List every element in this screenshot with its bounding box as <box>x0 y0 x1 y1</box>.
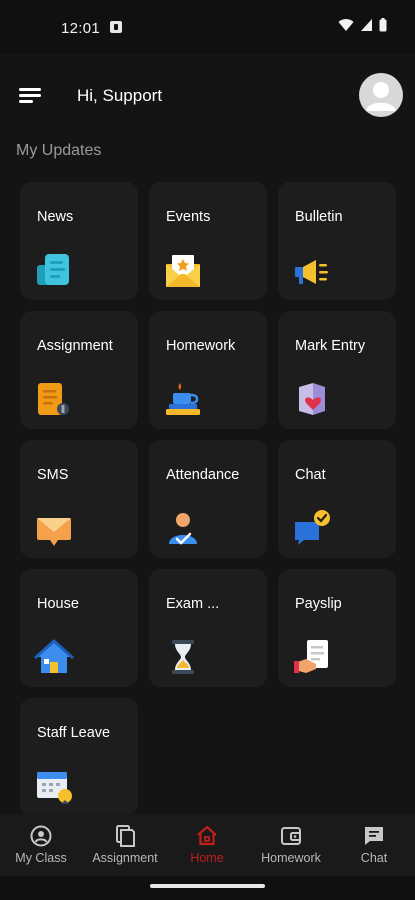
card-label: Events <box>166 209 211 225</box>
card-house[interactable]: House <box>20 569 138 687</box>
attendance-icon <box>169 513 197 545</box>
card-bulletin[interactable]: Bulletin <box>278 182 396 300</box>
card-label: Chat <box>295 467 326 483</box>
nav-home[interactable]: Home <box>182 814 232 876</box>
card-news[interactable]: News <box>20 182 138 300</box>
nav-label: Homework <box>261 851 321 865</box>
card-label: Homework <box>166 338 236 354</box>
my-class-icon <box>30 825 52 847</box>
chat-icon <box>295 510 330 545</box>
gesture-area <box>0 876 415 900</box>
nav-label: Home <box>190 851 224 865</box>
mark-entry-icon <box>299 383 325 415</box>
section-title: My Updates <box>16 142 102 159</box>
card-homework[interactable]: Homework <box>149 311 267 429</box>
nav-assignment[interactable]: Assignment <box>89 814 161 876</box>
bulletin-icon <box>295 260 328 284</box>
news-icon <box>37 254 69 285</box>
notification-icon <box>110 21 122 33</box>
card-label: Attendance <box>166 467 240 483</box>
homework-icon <box>166 383 200 415</box>
house-icon <box>34 639 74 673</box>
card-exam[interactable]: Exam ... <box>149 569 267 687</box>
wifi-icon <box>338 19 354 31</box>
card-label: News <box>37 209 74 225</box>
nav-homework[interactable]: Homework <box>257 814 325 876</box>
events-icon <box>166 255 200 287</box>
greeting-text: Hi, Support <box>77 86 163 105</box>
chat-nav-icon <box>365 827 383 845</box>
sms-icon <box>37 518 71 546</box>
assignment-nav-icon <box>116 825 135 847</box>
card-label: Assignment <box>37 338 113 354</box>
status-time: 12:01 <box>61 20 101 37</box>
gesture-bar[interactable] <box>150 884 265 888</box>
card-assignment[interactable]: Assignment <box>20 311 138 429</box>
nav-my-class[interactable]: My Class <box>13 814 69 876</box>
staff-leave-icon <box>37 772 72 804</box>
card-label: House <box>37 596 79 612</box>
card-label: Staff Leave <box>37 725 111 741</box>
signal-icon <box>361 19 372 31</box>
exam-icon <box>172 640 194 674</box>
card-label: Exam ... <box>166 596 220 612</box>
nav-label: My Class <box>15 851 67 865</box>
nav-label: Chat <box>360 851 388 865</box>
app-header: Hi, Support <box>0 54 415 138</box>
homework-nav-icon <box>281 827 301 845</box>
status-icons <box>338 18 387 32</box>
home-icon <box>197 825 217 846</box>
card-payslip[interactable]: Payslip <box>278 569 396 687</box>
card-label: Payslip <box>295 596 342 612</box>
card-staff-leave[interactable]: Staff Leave <box>20 698 138 816</box>
nav-label: Assignment <box>92 851 158 865</box>
card-label: Bulletin <box>295 209 343 225</box>
card-mark-entry[interactable]: Mark Entry <box>278 311 396 429</box>
card-events[interactable]: Events <box>149 182 267 300</box>
nav-chat[interactable]: Chat <box>352 814 396 876</box>
card-sms[interactable]: SMS <box>20 440 138 558</box>
payslip-icon <box>294 640 328 673</box>
avatar[interactable] <box>359 73 403 117</box>
user-avatar-icon <box>366 82 396 111</box>
menu-icon[interactable] <box>19 88 41 104</box>
card-chat[interactable]: Chat <box>278 440 396 558</box>
status-bar: 12:01 <box>0 0 415 54</box>
card-attendance[interactable]: Attendance <box>149 440 267 558</box>
battery-icon <box>379 18 387 32</box>
card-label: Mark Entry <box>295 338 366 354</box>
bottom-nav: My Class Assignment Home Homework Chat <box>0 814 415 876</box>
assignment-icon <box>38 383 69 415</box>
card-label: SMS <box>37 467 69 483</box>
